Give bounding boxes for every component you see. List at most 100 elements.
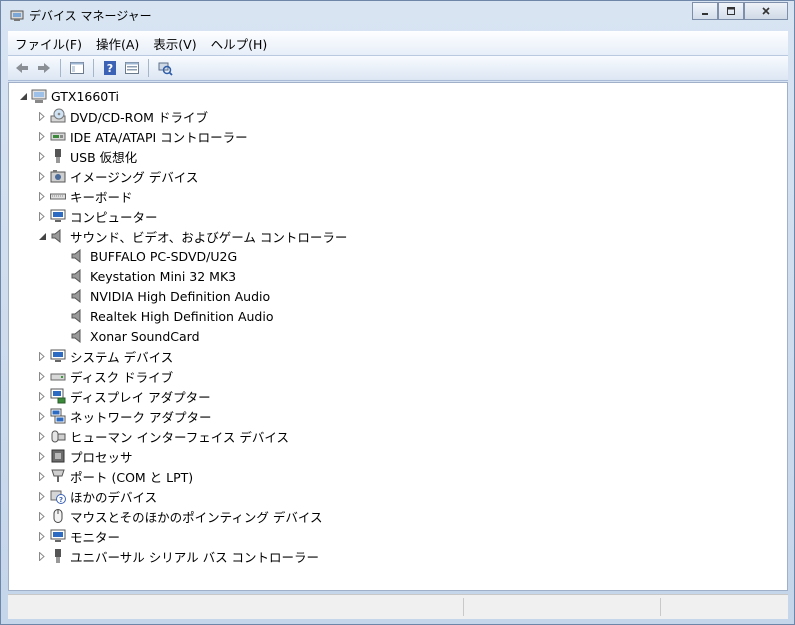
device-manager-icon bbox=[10, 10, 24, 21]
tree-category-usb-virtual[interactable]: USB 仮想化 bbox=[38, 146, 137, 166]
view-button[interactable] bbox=[121, 58, 143, 78]
tree-category-ports[interactable]: ポート (COM と LPT) bbox=[38, 466, 193, 486]
collapsed-arrow-icon[interactable] bbox=[38, 351, 46, 361]
toolbar-separator bbox=[60, 59, 61, 77]
minimize-button[interactable] bbox=[692, 2, 718, 20]
expanded-arrow-icon[interactable] bbox=[19, 91, 27, 101]
speaker-icon bbox=[71, 328, 81, 344]
tree-device-label: Realtek High Definition Audio bbox=[90, 308, 274, 324]
collapsed-arrow-icon[interactable] bbox=[38, 551, 46, 561]
disk-drive-icon bbox=[50, 373, 66, 381]
svg-text:?: ? bbox=[59, 496, 63, 504]
tree-category-imaging[interactable]: イメージング デバイス bbox=[38, 166, 198, 186]
tree-category-label: ディスク ドライブ bbox=[70, 369, 174, 385]
collapsed-arrow-icon[interactable] bbox=[38, 471, 46, 481]
keyboard-icon bbox=[50, 193, 66, 200]
collapsed-arrow-icon[interactable] bbox=[38, 511, 46, 521]
collapsed-arrow-icon[interactable] bbox=[38, 431, 46, 441]
back-button[interactable] bbox=[11, 58, 33, 78]
tree-device-realtek-audio[interactable]: Realtek High Definition Audio bbox=[70, 306, 273, 326]
close-icon bbox=[762, 7, 770, 15]
tree-category-label: キーボード bbox=[70, 189, 133, 205]
computer-icon bbox=[50, 209, 66, 222]
title-bar[interactable]: デバイス マネージャー bbox=[1, 1, 794, 29]
forward-button[interactable] bbox=[33, 58, 55, 78]
tree-category-dvd[interactable]: DVD/CD-ROM ドライブ bbox=[38, 106, 208, 126]
status-separator bbox=[463, 598, 464, 616]
speaker-icon bbox=[71, 268, 81, 284]
tree-category-label: モニター bbox=[70, 529, 121, 545]
tree-category-label: ディスプレイ アダプター bbox=[70, 389, 211, 405]
device-manager-window: デバイス マネージャー ファイル(F) 操作(A) 表示(V) ヘルプ(H) ?… bbox=[0, 0, 795, 625]
collapsed-arrow-icon[interactable] bbox=[38, 391, 46, 401]
processor-icon bbox=[51, 449, 65, 463]
menu-bar: ファイル(F) 操作(A) 表示(V) ヘルプ(H) bbox=[8, 31, 788, 56]
tree-category-ide[interactable]: IDE ATA/ATAPI コントローラー bbox=[38, 126, 248, 146]
tree-category-computer[interactable]: コンピューター bbox=[38, 206, 158, 226]
menu-help[interactable]: ヘルプ(H) bbox=[204, 34, 275, 53]
ide-controller-icon bbox=[50, 132, 66, 141]
show-hide-console-tree-button[interactable] bbox=[66, 58, 88, 78]
device-tree[interactable]: GTX1660Ti DVD/CD-ROM ドライブ IDE ATA/ATAPI … bbox=[8, 82, 788, 591]
tree-device-label: Xonar SoundCard bbox=[90, 328, 200, 344]
tree-category-monitors[interactable]: モニター bbox=[38, 526, 120, 546]
tree-device-label: Keystation Mini 32 MK3 bbox=[90, 268, 237, 284]
help-icon: ? bbox=[104, 61, 116, 75]
collapsed-arrow-icon[interactable] bbox=[38, 111, 46, 121]
toolbar-separator bbox=[93, 59, 94, 77]
collapsed-arrow-icon[interactable] bbox=[38, 491, 46, 501]
help-button[interactable]: ? bbox=[99, 58, 121, 78]
collapsed-arrow-icon[interactable] bbox=[38, 371, 46, 381]
collapsed-arrow-icon[interactable] bbox=[38, 191, 46, 201]
collapsed-arrow-icon[interactable] bbox=[38, 531, 46, 541]
collapsed-arrow-icon[interactable] bbox=[38, 151, 46, 161]
toolbar-separator bbox=[148, 59, 149, 77]
scan-hardware-icon bbox=[158, 62, 173, 76]
collapsed-arrow-icon[interactable] bbox=[38, 411, 46, 421]
tree-device-nvidia-audio[interactable]: NVIDIA High Definition Audio bbox=[70, 286, 270, 306]
properties-pane-icon bbox=[70, 62, 84, 74]
device-view-icon bbox=[125, 62, 139, 74]
tree-category-label: DVD/CD-ROM ドライブ bbox=[70, 109, 208, 125]
collapsed-arrow-icon[interactable] bbox=[38, 171, 46, 181]
tree-category-keyboard[interactable]: キーボード bbox=[38, 186, 133, 206]
unknown-device-icon: ? bbox=[50, 490, 66, 504]
collapsed-arrow-icon[interactable] bbox=[38, 131, 46, 141]
tree-device-keystation[interactable]: Keystation Mini 32 MK3 bbox=[70, 266, 236, 286]
computer-root-icon bbox=[31, 89, 47, 103]
tree-category-processors[interactable]: プロセッサ bbox=[38, 446, 133, 466]
menu-view[interactable]: 表示(V) bbox=[146, 34, 203, 53]
tree-category-system-devices[interactable]: システム デバイス bbox=[38, 346, 173, 366]
svg-text:?: ? bbox=[107, 62, 113, 75]
tree-category-label: IDE ATA/ATAPI コントローラー bbox=[70, 129, 248, 145]
tree-category-label: ネットワーク アダプター bbox=[70, 409, 212, 425]
speaker-icon bbox=[51, 228, 61, 244]
speaker-icon bbox=[71, 248, 81, 264]
speaker-icon bbox=[71, 288, 81, 304]
tree-category-sound[interactable]: サウンド、ビデオ、およびゲーム コントローラー bbox=[38, 226, 347, 246]
tree-category-hid[interactable]: ヒューマン インターフェイス デバイス bbox=[38, 426, 289, 446]
monitor-icon bbox=[50, 529, 66, 542]
tree-category-mice[interactable]: マウスとそのほかのポインティング デバイス bbox=[38, 506, 322, 526]
collapsed-arrow-icon[interactable] bbox=[38, 451, 46, 461]
menu-file[interactable]: ファイル(F) bbox=[8, 34, 89, 53]
tree-category-network-adapters[interactable]: ネットワーク アダプター bbox=[38, 406, 211, 426]
menu-action[interactable]: 操作(A) bbox=[89, 34, 146, 53]
usb-controller-icon bbox=[55, 549, 61, 563]
tree-category-label: システム デバイス bbox=[70, 349, 174, 365]
tree-root[interactable]: GTX1660Ti bbox=[19, 86, 119, 106]
tree-category-label: ほかのデバイス bbox=[70, 489, 158, 505]
scan-hardware-button[interactable] bbox=[154, 58, 176, 78]
display-adapter-icon bbox=[50, 388, 66, 404]
expanded-arrow-icon[interactable] bbox=[38, 231, 46, 241]
tree-category-display-adapters[interactable]: ディスプレイ アダプター bbox=[38, 386, 211, 406]
tree-category-usb-controllers[interactable]: ユニバーサル シリアル バス コントローラー bbox=[38, 546, 319, 566]
tree-device-xonar[interactable]: Xonar SoundCard bbox=[70, 326, 200, 346]
tree-device-buffalo[interactable]: BUFFALO PC-SDVD/U2G bbox=[70, 246, 237, 266]
tree-category-other-devices[interactable]: ? ほかのデバイス bbox=[38, 486, 157, 506]
close-button[interactable] bbox=[744, 2, 788, 20]
camera-icon bbox=[50, 170, 66, 183]
collapsed-arrow-icon[interactable] bbox=[38, 211, 46, 221]
maximize-button[interactable] bbox=[718, 2, 744, 20]
tree-category-disk-drives[interactable]: ディスク ドライブ bbox=[38, 366, 173, 386]
